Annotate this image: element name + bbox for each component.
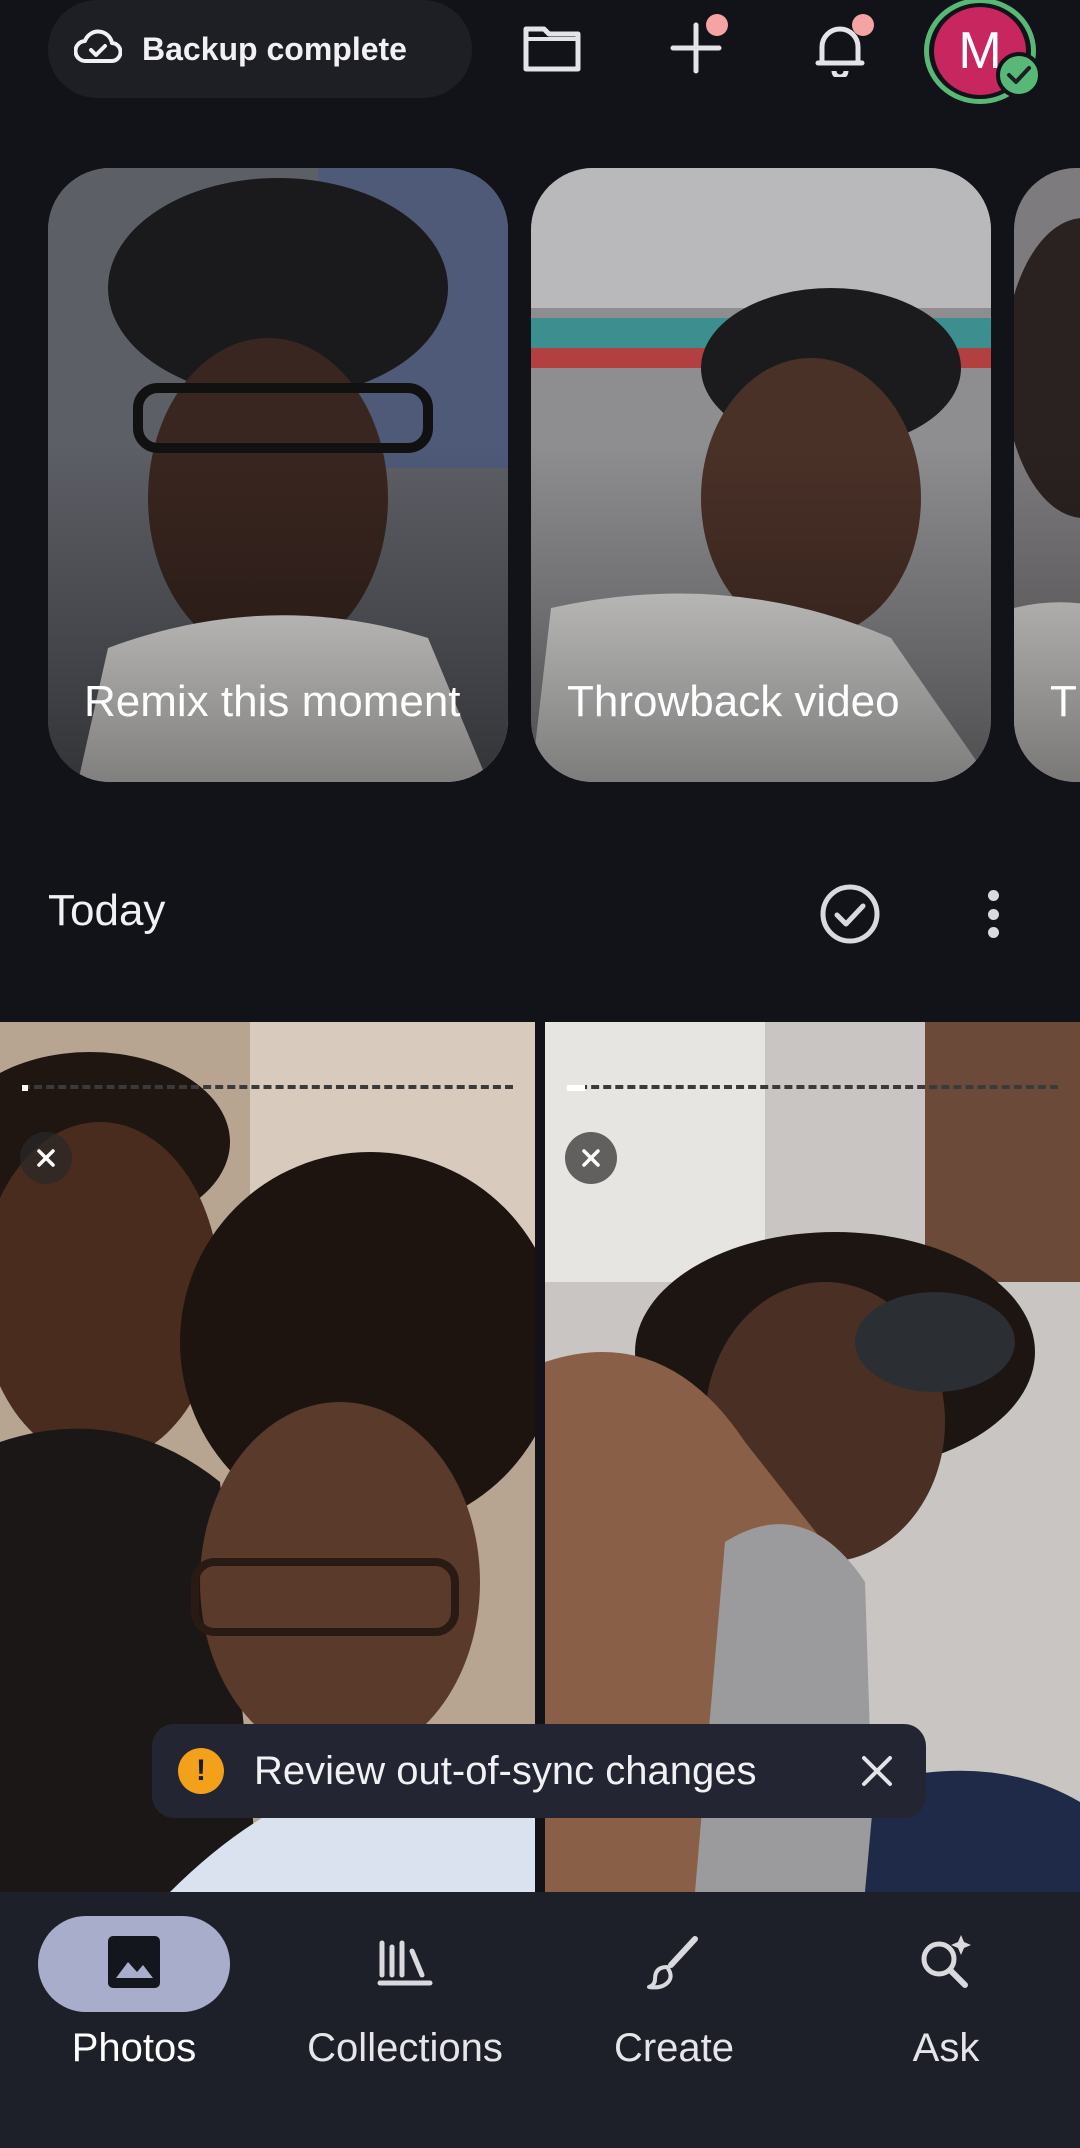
upload-progress-track <box>22 1085 513 1089</box>
close-icon <box>37 1149 55 1167</box>
collections-icon <box>376 1937 434 1992</box>
nav-item-collections[interactable]: Collections <box>290 1916 520 2086</box>
section-title-today: Today <box>48 886 166 935</box>
nav-label: Photos <box>71 2026 197 2070</box>
top-bar: Backup complete M <box>0 0 1080 110</box>
memory-card-title: Throwback video <box>567 677 900 726</box>
create-new-button[interactable] <box>660 14 732 86</box>
new-indicator-dot <box>706 14 728 36</box>
dismiss-photo-button[interactable] <box>20 1132 72 1184</box>
backup-check-icon <box>996 52 1042 98</box>
nav-icon-holder <box>309 1916 501 2012</box>
nav-item-create[interactable]: Create <box>578 1916 770 2086</box>
nav-label: Ask <box>912 2026 980 2070</box>
photo-icon <box>106 1934 162 1995</box>
notification-dot <box>852 14 874 36</box>
snackbar-close-button[interactable] <box>854 1748 900 1794</box>
upload-progress-track <box>567 1085 1058 1089</box>
upload-progress-fill <box>567 1085 585 1091</box>
memories-carousel[interactable]: Remix this moment Throwback video T vi <box>0 168 1080 784</box>
brush-icon <box>645 1933 703 1996</box>
memory-card-title: Remix this moment <box>84 677 461 726</box>
close-icon <box>582 1149 600 1167</box>
out-of-sync-snackbar[interactable]: ! Review out-of-sync changes <box>152 1724 926 1818</box>
memory-card[interactable]: Throwback video <box>531 168 991 782</box>
close-icon <box>862 1756 892 1786</box>
check-circle-icon <box>818 884 882 950</box>
nav-item-photos[interactable]: Photos <box>38 1916 230 2086</box>
more-options-button[interactable] <box>976 882 1010 946</box>
folder-button[interactable] <box>516 14 588 86</box>
snackbar-message: Review out-of-sync changes <box>254 1748 757 1793</box>
notifications-button[interactable] <box>804 14 876 86</box>
memory-card-title: T vi <box>1050 677 1080 726</box>
nav-item-ask[interactable]: Ask <box>850 1916 1042 2086</box>
select-all-button[interactable] <box>818 882 882 946</box>
nav-icon-holder <box>578 1916 770 2012</box>
nav-active-indicator <box>38 1916 230 2012</box>
backup-status-label: Backup complete <box>142 30 407 67</box>
more-vert-icon <box>987 890 999 901</box>
ask-search-icon <box>915 1931 977 1998</box>
bottom-navigation: Photos Collections Create Ask <box>0 1892 1080 2148</box>
cloud-check-icon <box>73 29 123 70</box>
memory-card[interactable]: T vi <box>1014 168 1080 782</box>
nav-icon-holder <box>850 1916 1042 2012</box>
dismiss-photo-button[interactable] <box>565 1132 617 1184</box>
warning-icon: ! <box>178 1748 224 1794</box>
nav-label: Create <box>613 2026 735 2070</box>
account-avatar-button[interactable]: M <box>922 0 1044 108</box>
folder-icon <box>522 23 582 78</box>
upload-progress-fill <box>22 1085 28 1091</box>
backup-status-chip[interactable]: Backup complete <box>48 0 472 98</box>
memory-card[interactable]: Remix this moment <box>48 168 508 782</box>
nav-label: Collections <box>307 2026 503 2070</box>
